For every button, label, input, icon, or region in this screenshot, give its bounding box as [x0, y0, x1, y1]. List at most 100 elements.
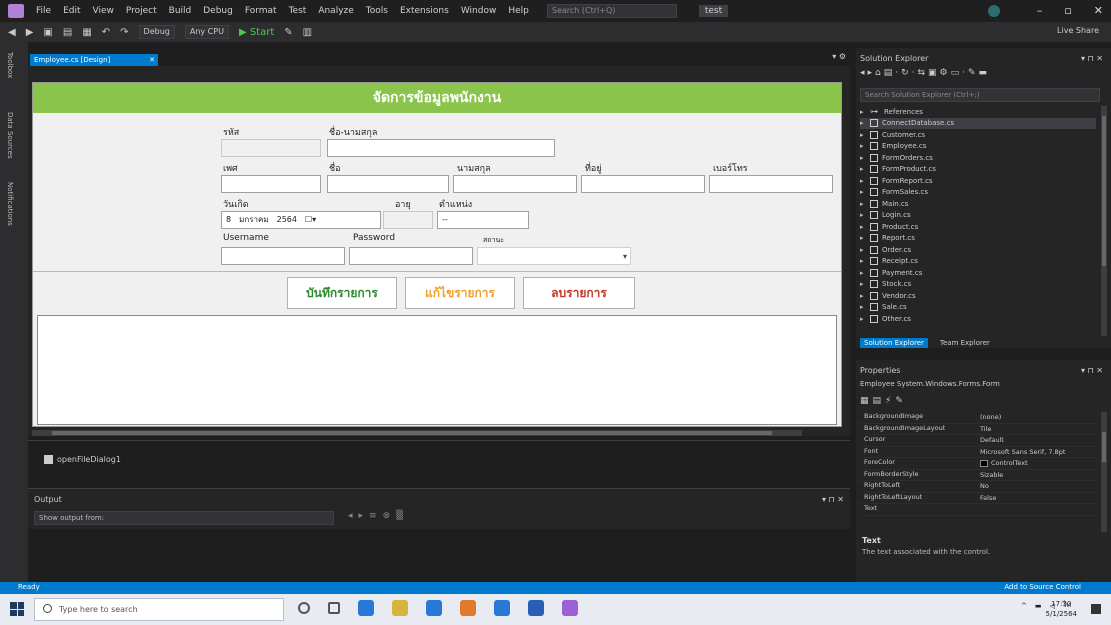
designer-horizontal-scrollbar[interactable]: [32, 430, 802, 436]
solution-tree-item[interactable]: ▸ FormProduct.cs: [860, 164, 1096, 176]
employee-form[interactable]: จัดการข้อมูลพนักงาน รหัส ชื่อ-นามสกุล เพ…: [32, 82, 842, 427]
menu-build[interactable]: Build: [169, 6, 192, 16]
solution-tree-item[interactable]: ▸ FormOrders.cs: [860, 152, 1096, 164]
tab-overflow-icon[interactable]: ▾ ⚙: [832, 52, 846, 61]
property-row[interactable]: Text: [860, 504, 1096, 516]
expand-chevron-icon[interactable]: ▸: [860, 177, 870, 185]
edit-button[interactable]: แก้ไขรายการ: [405, 277, 515, 309]
taskbar-clock[interactable]: 17:30 5/1/2564: [1046, 599, 1077, 619]
start-button[interactable]: ▶ Start: [239, 27, 274, 38]
edge-icon[interactable]: [358, 600, 374, 616]
solution-tree-item[interactable]: ▸ Employee.cs: [860, 141, 1096, 153]
lastname-field[interactable]: [453, 175, 577, 193]
menu-extensions[interactable]: Extensions: [400, 6, 449, 16]
expand-chevron-icon[interactable]: ▸: [860, 211, 870, 219]
solution-tree-item[interactable]: ▸ Login.cs: [860, 210, 1096, 222]
save-button[interactable]: บันทึกรายการ: [287, 277, 397, 309]
output-tools-icon[interactable]: ◂▸≡⊗▒: [348, 511, 409, 521]
notifications-tab[interactable]: Notifications: [6, 182, 14, 226]
new-project-icon[interactable]: ▣: [43, 27, 52, 38]
undo-icon[interactable]: ↶: [102, 27, 110, 38]
taskbar-search-input[interactable]: Type here to search: [34, 598, 284, 621]
solution-tree-item[interactable]: ▸ FormReport.cs: [860, 175, 1096, 187]
cortana-icon[interactable]: [298, 602, 310, 614]
property-row[interactable]: ForeColor ControlText: [860, 458, 1096, 470]
property-row[interactable]: Cursor Default: [860, 435, 1096, 447]
phone-field[interactable]: [709, 175, 833, 193]
toolbox-tab[interactable]: Toolbox: [6, 52, 14, 78]
solution-tree-item[interactable]: ▸ FormSales.cs: [860, 187, 1096, 199]
expand-chevron-icon[interactable]: ▸: [860, 292, 870, 300]
employee-data-grid[interactable]: [37, 315, 837, 425]
solution-explorer-toolbar[interactable]: ◂▸⌂▤·↻·⇆▣⚙▭·✎▬: [860, 68, 1107, 84]
menu-edit[interactable]: Edit: [63, 6, 80, 16]
solution-tree-item[interactable]: ▸ Stock.cs: [860, 279, 1096, 291]
birthdate-picker[interactable]: 8 มกราคม 2564 ☐▾: [221, 211, 381, 229]
menu-debug[interactable]: Debug: [203, 6, 233, 16]
pin-icon[interactable]: ✎: [284, 27, 292, 38]
property-value[interactable]: Sizable: [980, 470, 1096, 481]
search-input[interactable]: Search (Ctrl+Q): [546, 4, 677, 18]
network-icon[interactable]: ▬: [1035, 602, 1042, 610]
age-field[interactable]: [383, 211, 433, 229]
expand-chevron-icon[interactable]: ▸: [860, 188, 870, 196]
properties-object-select[interactable]: Employee System.Windows.Forms.Form: [860, 380, 1100, 392]
back-icon[interactable]: ◀: [8, 27, 16, 38]
menu-view[interactable]: View: [93, 6, 114, 16]
tab-team-explorer[interactable]: Team Explorer: [936, 338, 994, 348]
menu-analyze[interactable]: Analyze: [318, 6, 353, 16]
property-row[interactable]: BackgroundImageLayout Tile: [860, 424, 1096, 435]
property-value[interactable]: Microsoft Sans Serif, 7.8pt: [980, 447, 1096, 458]
scrollbar-thumb[interactable]: [52, 431, 772, 435]
profile-avatar-icon[interactable]: [988, 5, 1000, 17]
panel-controls-icon[interactable]: ▾ ⊓ ✕: [1081, 366, 1103, 375]
expand-chevron-icon[interactable]: ▸: [860, 108, 870, 116]
fullname-field[interactable]: [327, 139, 555, 157]
password-field[interactable]: [349, 247, 473, 265]
chrome-icon[interactable]: [460, 600, 476, 616]
property-row[interactable]: Font Microsoft Sans Serif, 7.8pt: [860, 447, 1096, 458]
solution-tree-item[interactable]: ▸ ConnectDatabase.cs: [860, 117, 1096, 129]
scrollbar-thumb[interactable]: [1102, 116, 1106, 266]
save-icon[interactable]: ▦: [82, 27, 91, 38]
property-value[interactable]: (none): [980, 412, 1096, 423]
solution-tree-item[interactable]: ▸ Product.cs: [860, 221, 1096, 233]
tab-employee-design[interactable]: Employee.cs [Design] ✕: [30, 54, 158, 66]
solution-tree-item[interactable]: ▸ Vendor.cs: [860, 290, 1096, 302]
store-icon[interactable]: [426, 600, 442, 616]
position-select[interactable]: --: [437, 211, 529, 229]
expand-chevron-icon[interactable]: ▸: [860, 246, 870, 254]
expand-chevron-icon[interactable]: ▸: [860, 234, 870, 242]
layout-icon[interactable]: ▥: [303, 27, 312, 38]
app-icon[interactable]: [494, 600, 510, 616]
solution-tree-item[interactable]: ▸ Main.cs: [860, 198, 1096, 210]
sex-field[interactable]: [221, 175, 321, 193]
windows-start-icon[interactable]: [10, 602, 24, 616]
property-row[interactable]: FormBorderStyle Sizable: [860, 470, 1096, 481]
menu-tools[interactable]: Tools: [366, 6, 388, 16]
live-share-button[interactable]: Live Share: [1057, 26, 1099, 35]
configuration-select[interactable]: Debug: [138, 25, 175, 39]
forward-icon[interactable]: ▶: [26, 27, 34, 38]
expand-chevron-icon[interactable]: ▸: [860, 257, 870, 265]
expand-chevron-icon[interactable]: ▸: [860, 165, 870, 173]
expand-chevron-icon[interactable]: ▸: [860, 131, 870, 139]
property-value[interactable]: No: [980, 481, 1096, 492]
solution-tree-item[interactable]: ▸ ⊶ References: [860, 106, 1096, 118]
property-row[interactable]: BackgroundImage (none): [860, 412, 1096, 424]
menu-file[interactable]: File: [36, 6, 51, 16]
status-select[interactable]: ▾: [477, 247, 631, 265]
redo-icon[interactable]: ↷: [120, 27, 128, 38]
word-icon[interactable]: [528, 600, 544, 616]
expand-chevron-icon[interactable]: ▸: [860, 269, 870, 277]
emp-id-field[interactable]: [221, 139, 321, 157]
menu-help[interactable]: Help: [508, 6, 529, 16]
expand-chevron-icon[interactable]: ▸: [860, 280, 870, 288]
address-field[interactable]: [581, 175, 705, 193]
delete-button[interactable]: ลบรายการ: [523, 277, 635, 309]
expand-chevron-icon[interactable]: ▸: [860, 303, 870, 311]
name-field[interactable]: [327, 175, 449, 193]
properties-scrollbar[interactable]: [1101, 412, 1107, 532]
expand-chevron-icon[interactable]: ▸: [860, 200, 870, 208]
expand-chevron-icon[interactable]: ▸: [860, 154, 870, 162]
